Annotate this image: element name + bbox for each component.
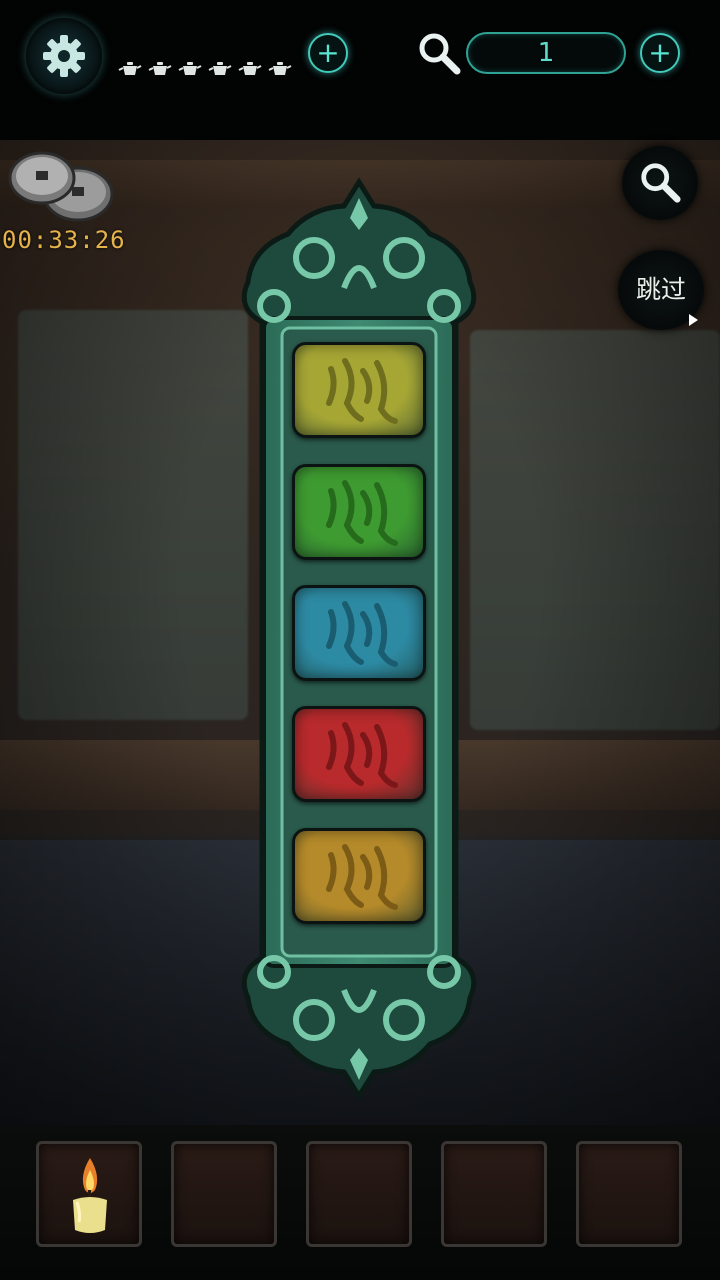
tile-red[interactable] <box>292 706 426 802</box>
plus-icon: + <box>316 36 340 69</box>
add-lives-button[interactable]: + <box>308 33 348 73</box>
tile-green[interactable] <box>292 464 426 560</box>
glyph-icon <box>326 480 398 546</box>
glyph-icon <box>326 601 398 667</box>
skip-label: 跳过 <box>635 275 686 304</box>
candle-icon <box>73 1158 107 1233</box>
teapot-icon <box>208 62 232 75</box>
lives-row <box>118 60 292 78</box>
teapot-icon <box>178 62 202 75</box>
magnifier-icon <box>419 33 461 75</box>
inventory-slot-1[interactable] <box>36 1141 142 1247</box>
teapot-icon <box>118 62 142 75</box>
teapot-icon <box>268 62 292 75</box>
zoom-button[interactable] <box>622 146 698 220</box>
skip-button[interactable]: 跳过 <box>618 250 704 330</box>
elapsed-timer: 00:33:26 <box>2 226 126 254</box>
plus-icon: + <box>648 36 672 69</box>
tile-amber[interactable] <box>292 828 426 924</box>
glyph-icon <box>326 844 398 910</box>
glyph-icon <box>326 358 398 424</box>
inventory-slot-2[interactable] <box>171 1141 277 1247</box>
play-arrow-icon <box>689 314 698 326</box>
inventory-slot-5[interactable] <box>576 1141 682 1247</box>
coins-icon <box>8 151 114 222</box>
add-hints-button[interactable]: + <box>640 33 680 73</box>
settings-button[interactable] <box>26 18 102 94</box>
tile-yellow-green[interactable] <box>292 342 426 438</box>
inventory-slot-4[interactable] <box>441 1141 547 1247</box>
tile-blue[interactable] <box>292 585 426 681</box>
teapot-icon <box>238 62 262 75</box>
hint-count: 1 <box>466 32 626 74</box>
glyph-icon <box>326 722 398 788</box>
inventory-slot-3[interactable] <box>306 1141 412 1247</box>
top-hud: + 1 + <box>0 0 720 140</box>
magnifier-icon <box>641 163 681 203</box>
gear-icon <box>43 35 85 77</box>
teapot-icon <box>148 62 172 75</box>
